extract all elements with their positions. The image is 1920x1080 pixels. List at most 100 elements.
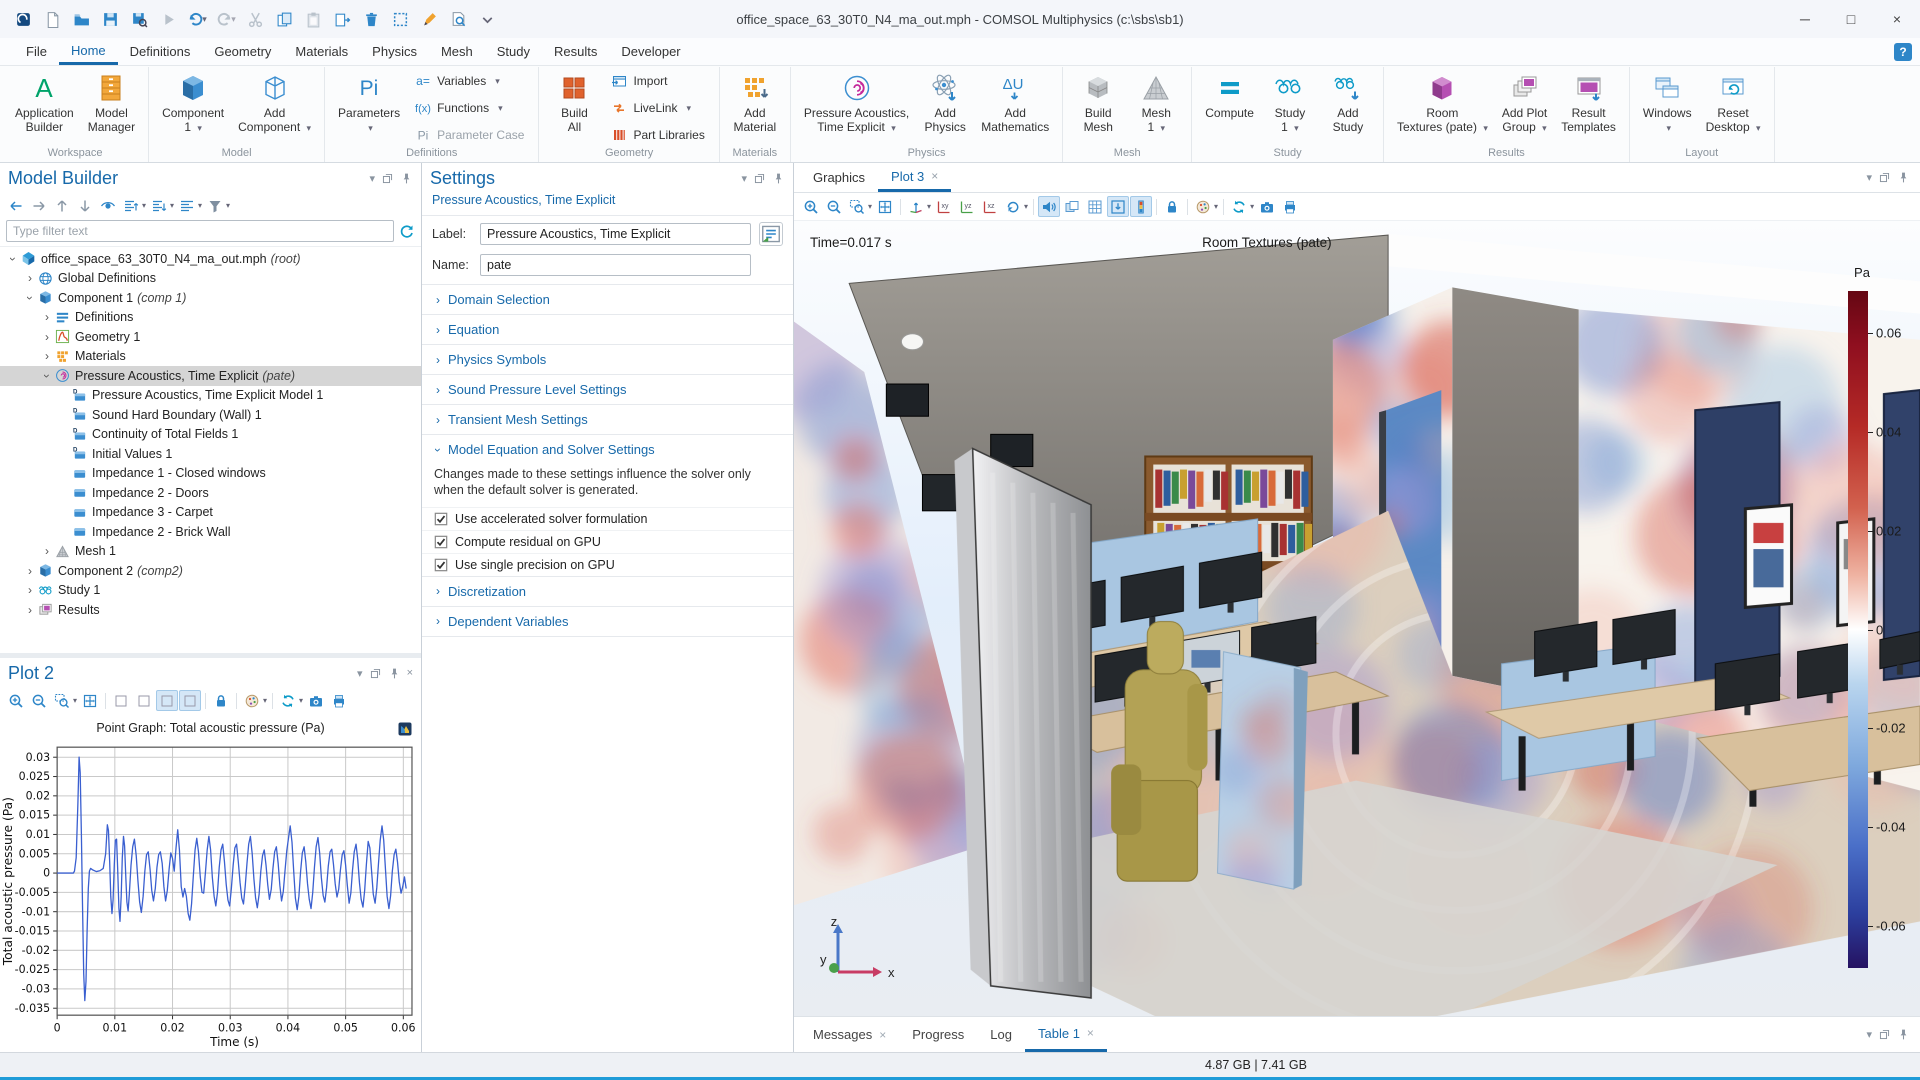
section-discretization[interactable]: › Discretization [422,577,793,606]
section-equation[interactable]: › Equation [422,315,793,344]
delete-button[interactable] [358,6,384,32]
ribbon-functions-button[interactable]: f(x) Functions ▾ [413,99,526,117]
tree-item-2[interactable]: › Component 1 (comp 1) [0,288,421,308]
rename-button[interactable] [759,222,783,246]
fit-view-button[interactable] [874,196,896,217]
ribbon-add-material-button[interactable]: Add Material [726,70,784,146]
label-field[interactable] [480,223,751,245]
tree-item-3[interactable]: › Definitions [0,308,421,328]
palette-button[interactable] [1192,196,1214,217]
tree-item-17[interactable]: › Study 1 [0,581,421,601]
zoom-out-button[interactable] [28,690,50,711]
tree-col-chevron-icon[interactable]: › [40,330,54,344]
legend-note-button[interactable] [179,690,202,711]
ribbon-parameters-pi-button[interactable]: Pi Parameters ▾ [331,70,407,146]
menu-results[interactable]: Results [542,38,609,65]
camera-button[interactable] [305,690,327,711]
ribbon-reset-desktop-button[interactable]: Reset Desktop ▾ [1699,70,1768,146]
axis-3d-button[interactable] [905,196,927,217]
tab-log[interactable]: Log [977,1017,1025,1052]
panel-menu-icon[interactable]: ▾ [1866,171,1872,184]
grid-y-button[interactable] [133,690,155,711]
comsol-logo-button[interactable] [10,6,36,32]
tree-item-6[interactable]: › Pressure Acoustics, Time Explicit (pate) [0,366,421,386]
copy-button[interactable] [271,6,297,32]
update-button[interactable] [1228,196,1250,217]
tab-close-icon[interactable]: × [1087,1026,1094,1040]
pin-icon[interactable] [1897,171,1910,184]
ribbon-app-builder-button[interactable]: A Application Builder [8,70,81,146]
ribbon-part-lib-button[interactable]: Part Libraries [609,126,706,144]
ribbon-param-case-button[interactable]: Pi Parameter Case [413,126,526,144]
menu-physics[interactable]: Physics [360,38,429,65]
lock-button[interactable] [1161,196,1183,217]
customize-chevron-button[interactable] [474,6,500,32]
play-button[interactable] [155,6,181,32]
undo-button[interactable]: ▾ [184,6,210,32]
tab-table-1[interactable]: Table 1 × [1025,1017,1107,1052]
expand-list-button[interactable] [148,195,170,216]
zoom-in-button[interactable] [5,690,27,711]
menu-developer[interactable]: Developer [609,38,692,65]
pin-icon[interactable] [772,172,785,185]
paste-button[interactable] [300,6,326,32]
print-button[interactable] [1279,196,1301,217]
save-preview-button[interactable] [126,6,152,32]
collapse-list-button[interactable] [120,195,142,216]
zoom-out-button[interactable] [823,196,845,217]
panel-menu-icon[interactable]: ▾ [369,172,375,185]
tree-item-13[interactable]: Impedance 3 - Carpet [0,503,421,523]
fit-view-button[interactable] [79,690,101,711]
colorbar-toggle-button[interactable] [1130,196,1153,217]
tree-item-4[interactable]: › Geometry 1 [0,327,421,347]
zoom-in-button[interactable] [800,196,822,217]
duplicate-button[interactable] [329,6,355,32]
ribbon-add-component-button[interactable]: Add Component ▾ [231,70,318,146]
tree-item-10[interactable]: D Initial Values 1 [0,444,421,464]
tab-graphics[interactable]: Graphics [800,163,878,192]
maximize-button[interactable]: □ [1828,0,1874,38]
move-down-button[interactable] [74,195,96,216]
ribbon-build-mesh-button[interactable]: Build Mesh [1069,70,1127,146]
ribbon-windows-icon-button[interactable]: Windows ▾ [1636,70,1699,146]
zoom-box-button[interactable] [846,196,868,217]
section-dependent-variables[interactable]: › Dependent Variables [422,607,793,636]
pin-icon[interactable] [1897,1028,1910,1041]
tree-item-8[interactable]: D Sound Hard Boundary (Wall) 1 [0,405,421,425]
checkbox-compute-residual-on-gpu[interactable]: Compute residual on GPU [422,529,793,553]
menu-file[interactable]: File [14,38,59,65]
zoom-box-button[interactable] [51,690,73,711]
tree-col-chevron-icon[interactable]: › [40,544,54,558]
update-button[interactable] [277,690,299,711]
float-icon[interactable] [369,667,382,680]
refresh-icon[interactable] [399,223,415,239]
ribbon-study-button[interactable]: Study 1 ▾ [1261,70,1319,146]
grid-button[interactable] [1084,196,1106,217]
ribbon-import-button[interactable]: Import [609,72,706,90]
palette-button[interactable] [241,690,263,711]
tab-close-icon[interactable]: × [879,1028,886,1042]
section-sound-pressure-level-settings[interactable]: › Sound Pressure Level Settings [422,375,793,404]
scene-button[interactable] [1061,196,1083,217]
tree-item-15[interactable]: › Mesh 1 [0,542,421,562]
move-up-button[interactable] [51,195,73,216]
filter-funnel-button[interactable] [204,195,226,216]
tree-col-chevron-icon[interactable]: › [23,271,37,285]
tree-col-chevron-icon[interactable]: › [23,603,37,617]
tree-col-chevron-icon[interactable]: › [40,310,54,324]
cut-button[interactable] [242,6,268,32]
tree-item-5[interactable]: › Materials [0,347,421,367]
pin-icon[interactable] [388,667,401,680]
ribbon-build-all-button[interactable]: Build All [545,70,603,146]
tab-close-icon[interactable]: × [931,169,938,183]
ribbon-result-templates-button[interactable]: Result Templates [1554,70,1623,146]
menu-home[interactable]: Home [58,38,118,65]
tree-exp-chevron-icon[interactable]: › [23,291,37,305]
tree-item-16[interactable]: › Component 2 (comp2) [0,561,421,581]
ribbon-model-manager-button[interactable]: Model Manager [81,70,142,146]
menu-materials[interactable]: Materials [283,38,360,65]
section-physics-symbols[interactable]: › Physics Symbols [422,345,793,374]
view-xy-button[interactable]: xy [933,196,955,217]
clip-plane-button[interactable] [1107,196,1130,217]
menu-study[interactable]: Study [485,38,542,65]
